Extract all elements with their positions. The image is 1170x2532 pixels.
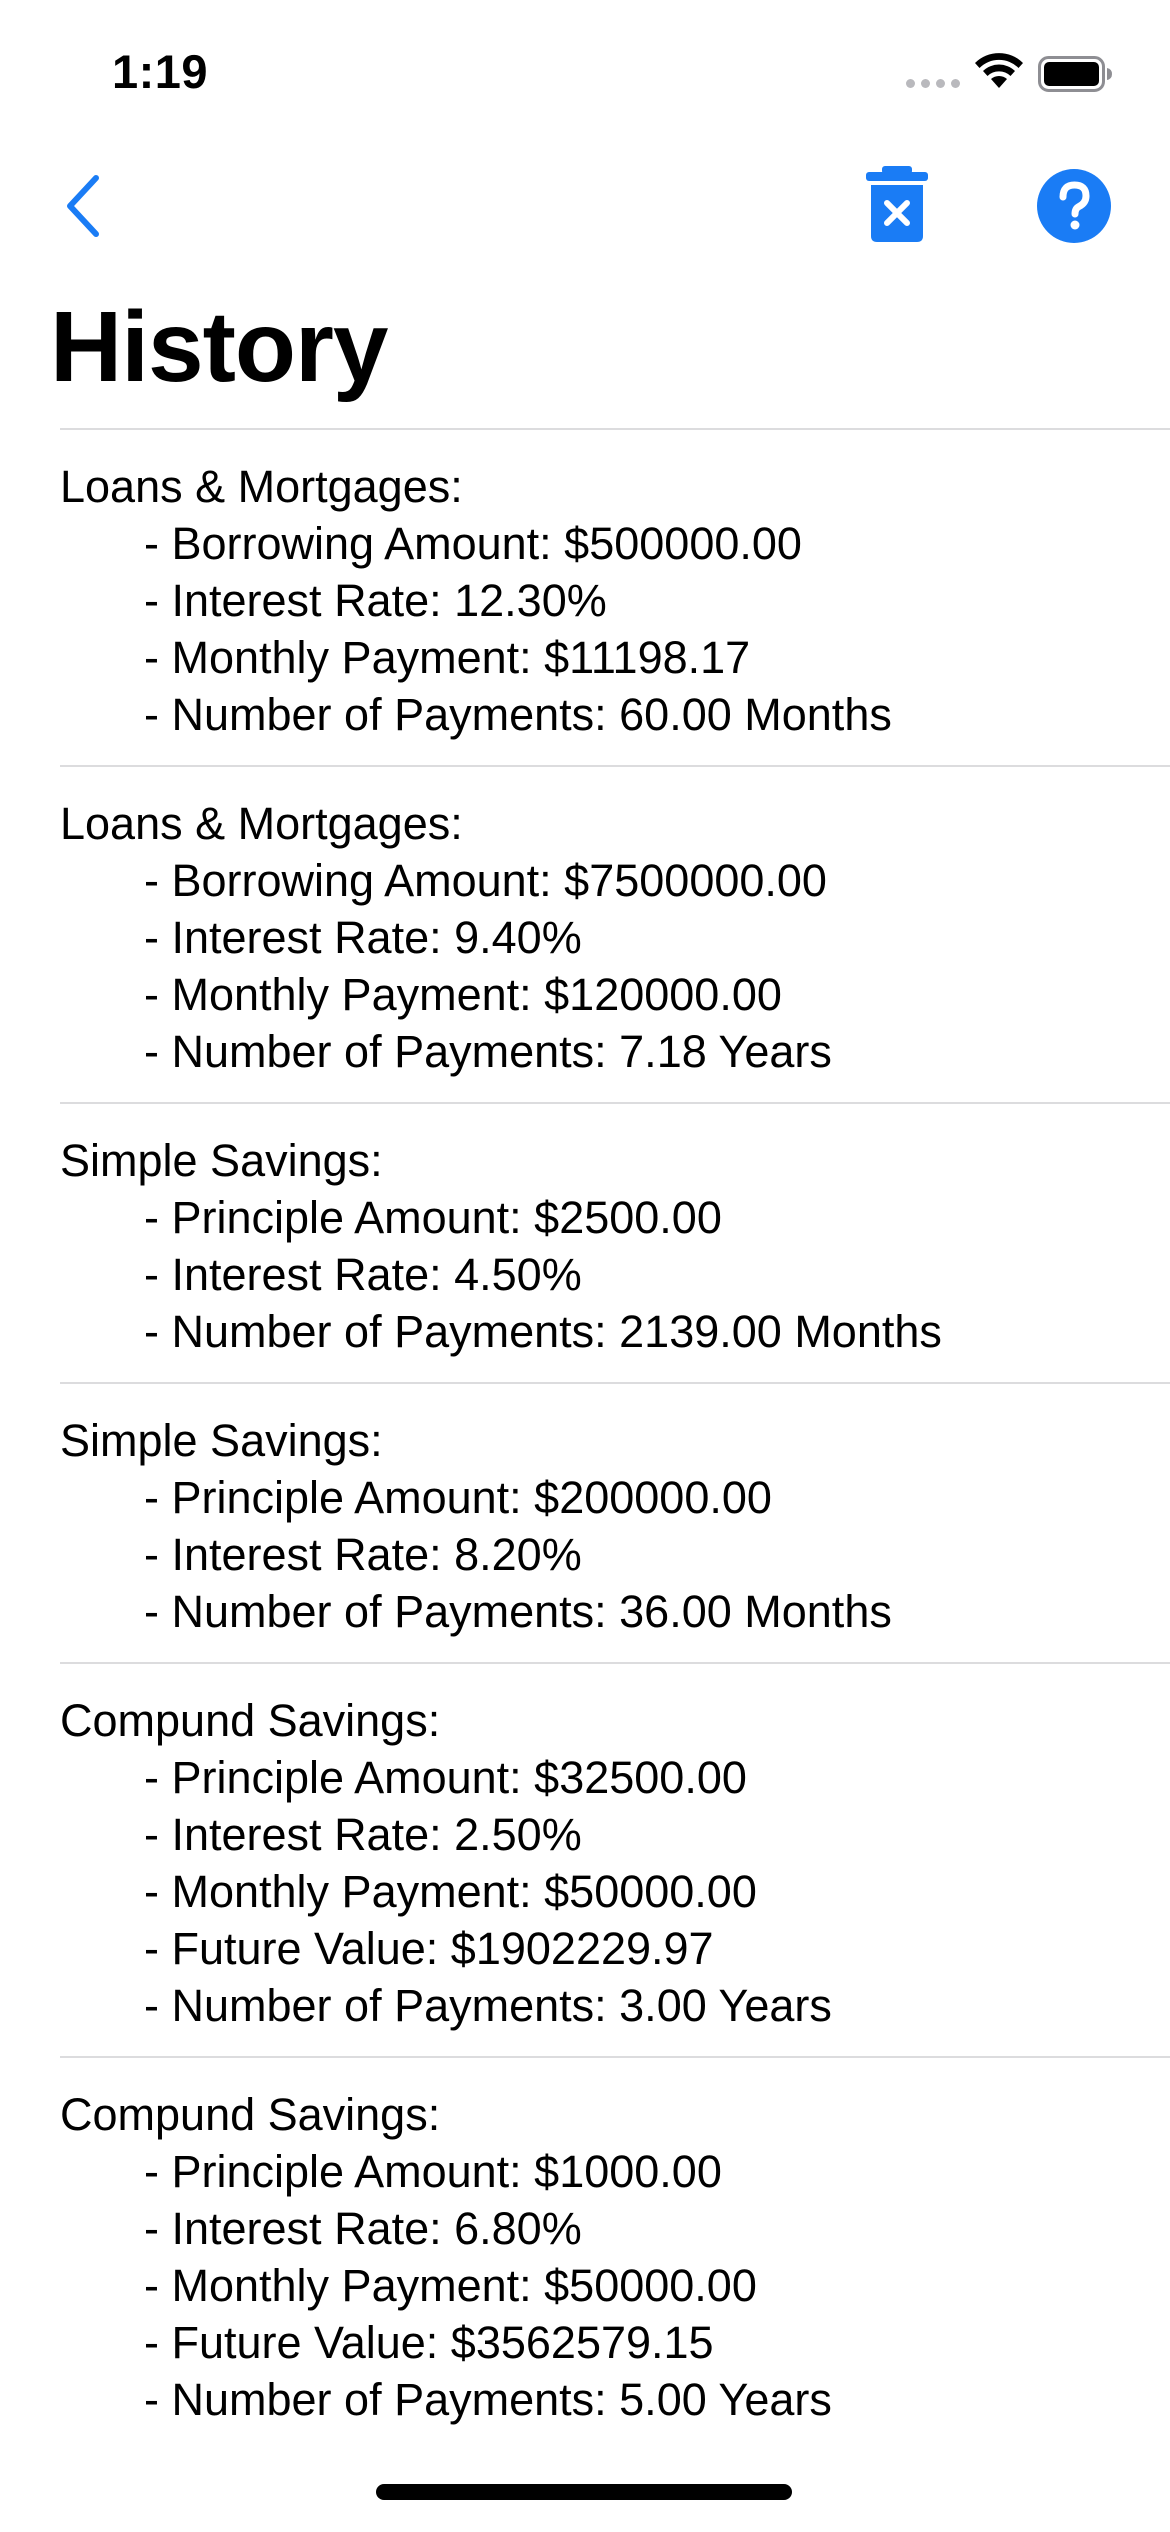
history-entry[interactable]: Simple Savings: - Principle Amount: $2000… bbox=[60, 1382, 1170, 1662]
back-button[interactable] bbox=[52, 166, 112, 246]
history-entry-detail: - Future Value: $1902229.97 bbox=[144, 1923, 714, 1974]
history-entry-title: Simple Savings: bbox=[60, 1415, 383, 1466]
history-entry-detail: - Monthly Payment: $50000.00 bbox=[144, 2260, 757, 2311]
help-button[interactable] bbox=[1036, 168, 1112, 244]
history-entry-detail: - Interest Rate: 8.20% bbox=[144, 1529, 582, 1580]
history-entry-detail: - Monthly Payment: $50000.00 bbox=[144, 1866, 757, 1917]
chevron-left-icon bbox=[67, 175, 99, 237]
battery-icon bbox=[1038, 56, 1112, 92]
history-entry-detail: - Interest Rate: 4.50% bbox=[144, 1249, 582, 1300]
cellular-signal-icon bbox=[906, 79, 960, 88]
status-bar: 1:19 bbox=[0, 0, 1170, 140]
history-entry-detail: - Borrowing Amount: $7500000.00 bbox=[144, 855, 827, 906]
clear-history-button[interactable] bbox=[862, 164, 932, 244]
history-entry-title: Loans & Mortgages: bbox=[60, 461, 463, 512]
home-indicator bbox=[376, 2484, 792, 2500]
history-list: Loans & Mortgages: - Borrowing Amount: $5… bbox=[60, 428, 1170, 2450]
history-entry-detail: - Principle Amount: $2500.00 bbox=[144, 1192, 722, 1243]
wifi-icon bbox=[975, 53, 1023, 88]
history-entry-detail: - Number of Payments: 60.00 Months bbox=[144, 689, 892, 740]
history-entry-detail: - Number of Payments: 36.00 Months bbox=[144, 1586, 892, 1637]
history-entry[interactable]: Compund Savings: - Principle Amount: $325… bbox=[60, 1662, 1170, 2056]
history-entry-detail: - Interest Rate: 6.80% bbox=[144, 2203, 582, 2254]
history-entry-title: Compund Savings: bbox=[60, 1695, 441, 1746]
history-entry-detail: - Interest Rate: 9.40% bbox=[144, 912, 582, 963]
history-entry-detail: - Interest Rate: 12.30% bbox=[144, 575, 607, 626]
history-entry-detail: - Borrowing Amount: $500000.00 bbox=[144, 518, 802, 569]
history-entry-detail: - Monthly Payment: $11198.17 bbox=[144, 632, 751, 683]
status-time: 1:19 bbox=[112, 45, 209, 98]
history-entry-detail: - Future Value: $3562579.15 bbox=[144, 2317, 714, 2368]
history-entry-title: Loans & Mortgages: bbox=[60, 798, 463, 849]
history-entry-detail: - Number of Payments: 5.00 Years bbox=[144, 2374, 832, 2425]
trash-x-icon bbox=[866, 166, 928, 242]
history-entry[interactable]: Compund Savings: - Principle Amount: $100… bbox=[60, 2056, 1170, 2450]
history-entry-title: Compund Savings: bbox=[60, 2089, 441, 2140]
history-entry-detail: - Number of Payments: 3.00 Years bbox=[144, 1980, 832, 2031]
history-entry-detail: - Principle Amount: $200000.00 bbox=[144, 1472, 772, 1523]
history-entry-detail: - Monthly Payment: $120000.00 bbox=[144, 969, 782, 1020]
history-entry[interactable]: Loans & Mortgages: - Borrowing Amount: $5… bbox=[60, 428, 1170, 765]
history-entry-detail: - Interest Rate: 2.50% bbox=[144, 1809, 582, 1860]
history-entry-title: Simple Savings: bbox=[60, 1135, 383, 1186]
page-title: History bbox=[50, 291, 389, 403]
history-entry-detail: - Number of Payments: 7.18 Years bbox=[144, 1026, 832, 1077]
question-circle-icon bbox=[1037, 169, 1111, 243]
history-entry-detail: - Principle Amount: $1000.00 bbox=[144, 2146, 722, 2197]
history-entry[interactable]: Loans & Mortgages: - Borrowing Amount: $7… bbox=[60, 765, 1170, 1102]
history-entry[interactable]: Simple Savings: - Principle Amount: $2500… bbox=[60, 1102, 1170, 1382]
history-entry-detail: - Number of Payments: 2139.00 Months bbox=[144, 1306, 942, 1357]
history-entry-detail: - Principle Amount: $32500.00 bbox=[144, 1752, 747, 1803]
